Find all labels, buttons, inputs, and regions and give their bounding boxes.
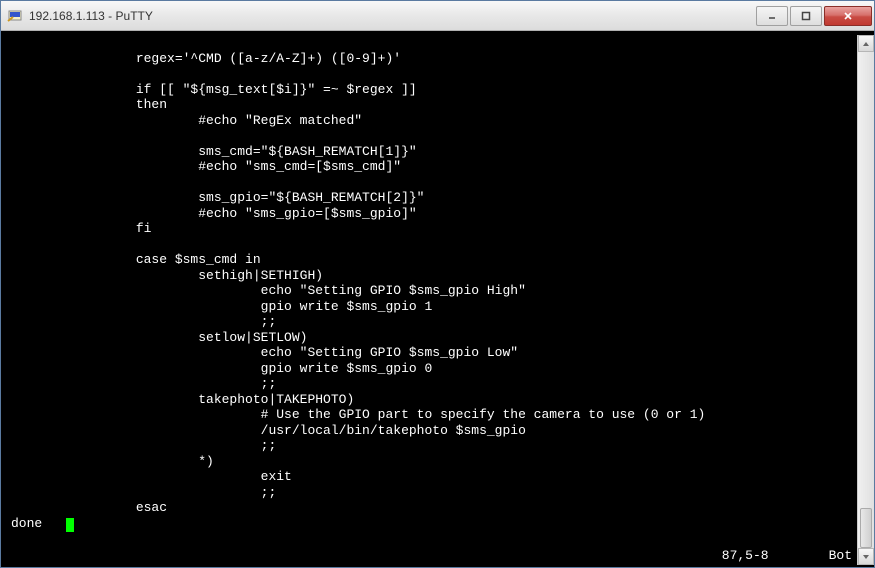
window-title: 192.168.1.113 - PuTTY	[29, 9, 754, 23]
scrollbar[interactable]	[857, 35, 874, 565]
scroll-thumb[interactable]	[860, 508, 872, 548]
window-controls	[754, 6, 872, 26]
terminal-cursor	[66, 518, 74, 532]
putty-icon	[7, 8, 23, 24]
terminal-last-line: done	[11, 516, 66, 531]
putty-window: 192.168.1.113 - PuTTY regex='^CMD ([a-z/…	[0, 0, 875, 568]
titlebar[interactable]: 192.168.1.113 - PuTTY	[1, 1, 874, 31]
minimize-button[interactable]	[756, 6, 788, 26]
cursor-position: 87,5-8	[722, 548, 769, 563]
scroll-down-button[interactable]	[858, 548, 874, 565]
maximize-button[interactable]	[790, 6, 822, 26]
terminal-area: regex='^CMD ([a-z/A-Z]+) ([0-9]+)' if [[…	[1, 31, 874, 567]
scroll-up-button[interactable]	[858, 35, 874, 52]
scroll-track[interactable]	[858, 52, 874, 548]
terminal-content: regex='^CMD ([a-z/A-Z]+) ([0-9]+)' if [[…	[11, 51, 705, 516]
editor-status: 87,5-8 Bot	[722, 548, 852, 563]
terminal[interactable]: regex='^CMD ([a-z/A-Z]+) ([0-9]+)' if [[…	[1, 35, 857, 565]
scroll-position: Bot	[829, 548, 852, 563]
close-button[interactable]	[824, 6, 872, 26]
